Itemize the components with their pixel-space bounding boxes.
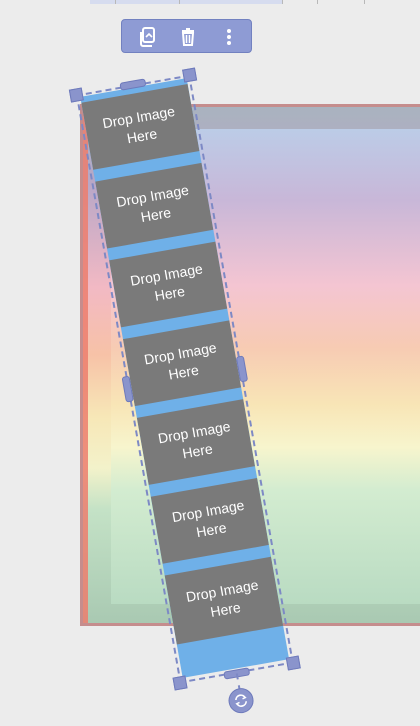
- element-toolbar: [121, 19, 252, 53]
- top-divider: [115, 0, 116, 4]
- rotate-icon: [235, 694, 248, 707]
- delete-button[interactable]: [175, 24, 201, 50]
- resize-handle-top-left[interactable]: [68, 87, 84, 103]
- top-divider: [179, 0, 180, 4]
- more-options-button[interactable]: [216, 24, 242, 50]
- delete-icon: [181, 28, 195, 46]
- top-divider: [364, 0, 365, 4]
- rotate-handle[interactable]: [226, 686, 256, 716]
- resize-handle-top-right[interactable]: [182, 67, 198, 83]
- resize-handle-bottom-left[interactable]: [172, 675, 188, 691]
- duplicate-button[interactable]: [135, 24, 161, 50]
- top-divider: [317, 0, 318, 4]
- resize-handle-bottom-right[interactable]: [285, 655, 301, 671]
- top-divider: [282, 0, 283, 4]
- top-tab-strip: [0, 0, 420, 4]
- more-vertical-icon: [227, 29, 231, 45]
- duplicate-icon: [140, 27, 155, 47]
- top-tab-active[interactable]: [90, 0, 283, 4]
